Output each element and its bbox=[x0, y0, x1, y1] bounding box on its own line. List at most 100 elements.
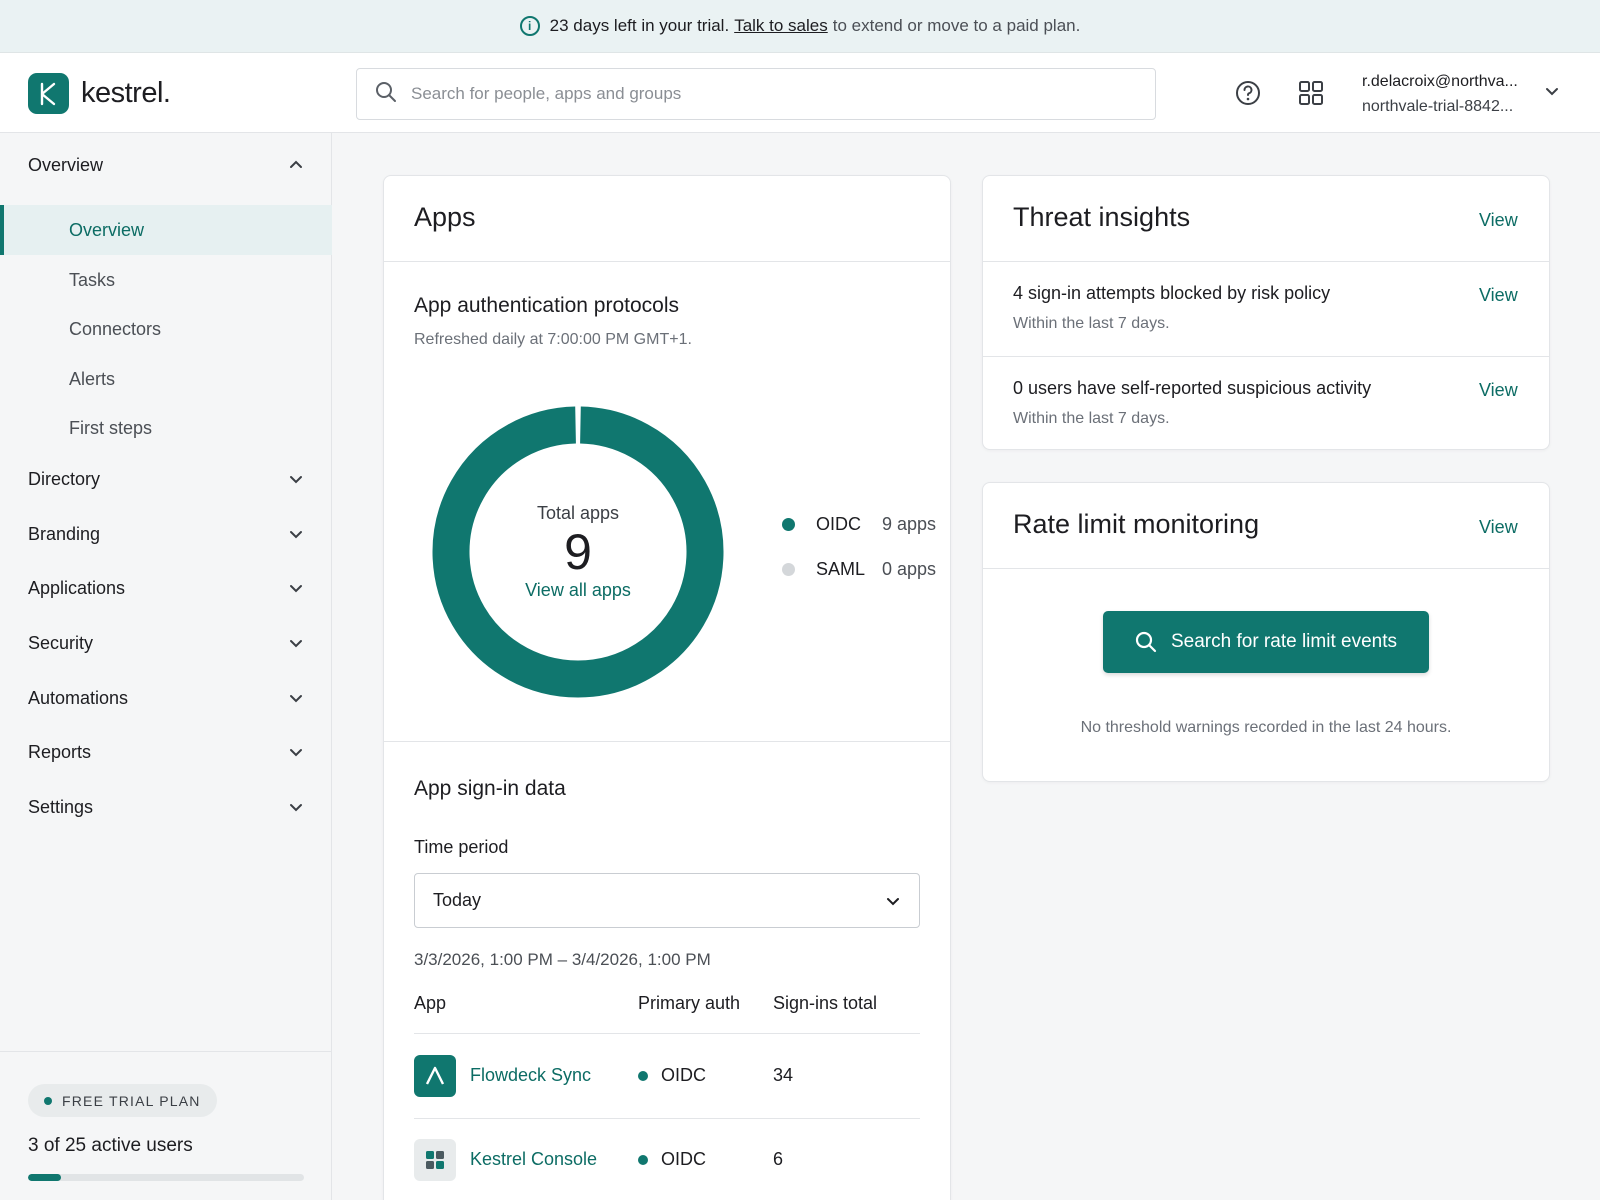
sidebar-item-overview[interactable]: Overview bbox=[0, 205, 332, 255]
time-period-value: Today bbox=[433, 890, 482, 910]
search-rate-limit-events-button[interactable]: Search for rate limit events bbox=[1103, 611, 1429, 673]
sidebar-item-tasks[interactable]: Tasks bbox=[0, 255, 332, 305]
nav-group-label: Branding bbox=[28, 523, 101, 544]
info-icon: i bbox=[519, 16, 540, 36]
threat-item-subtitle: Within the last 7 days. bbox=[1013, 315, 1170, 332]
divider bbox=[414, 1118, 920, 1119]
donut-total-label: Total apps bbox=[536, 503, 620, 523]
threat-item-title: 4 sign-in attempts blocked by risk polic… bbox=[1013, 283, 1331, 303]
auth-label: OIDC bbox=[661, 1149, 706, 1169]
trial-days-text: 23 days left in your trial. bbox=[549, 16, 730, 35]
donut-total-value: 9 bbox=[564, 524, 592, 580]
time-period-select[interactable]: Today bbox=[414, 873, 920, 928]
protocols-donut-chart: Total apps 9 View all apps bbox=[432, 406, 724, 698]
threat-view-link[interactable]: View bbox=[1479, 210, 1518, 231]
signin-heading: App sign-in data bbox=[414, 777, 566, 800]
threat-item-view-link[interactable]: View bbox=[1479, 380, 1518, 401]
divider bbox=[414, 1033, 920, 1034]
search-icon bbox=[1135, 631, 1157, 653]
threat-insights-card: Threat insights View 4 sign-in attempts … bbox=[982, 175, 1550, 450]
table-header-primary-auth: Primary auth bbox=[638, 993, 741, 1013]
threat-item-title: 0 users have self-reported suspicious ac… bbox=[1013, 378, 1372, 398]
nav-group-security[interactable]: Security bbox=[0, 621, 332, 665]
chevron-down-icon bbox=[290, 531, 302, 539]
logo-text: kestrel. bbox=[81, 77, 171, 109]
legend-swatch bbox=[782, 518, 795, 531]
nav-group-label: Overview bbox=[28, 154, 104, 175]
table-header-signins-total: Sign-ins total bbox=[773, 993, 878, 1013]
app-link-flowdeck-sync[interactable]: Flowdeck Sync bbox=[470, 1065, 591, 1086]
table-header-app: App bbox=[414, 993, 447, 1013]
nav-group-directory[interactable]: Directory bbox=[0, 457, 332, 501]
protocols-heading: App authentication protocols bbox=[414, 294, 680, 317]
refreshed-text: Refreshed daily at 7:00:00 PM GMT+1. bbox=[414, 331, 692, 348]
help-icon[interactable] bbox=[1235, 80, 1261, 106]
chevron-down-icon bbox=[290, 695, 302, 703]
nav-group-overview[interactable]: Overview bbox=[0, 143, 332, 187]
nav-group-settings[interactable]: Settings bbox=[0, 785, 332, 829]
chevron-down-icon bbox=[290, 804, 302, 812]
search-icon bbox=[375, 81, 397, 108]
active-users-text: 3 of 25 active users bbox=[28, 1135, 193, 1156]
chevron-down-icon bbox=[290, 585, 302, 593]
divider bbox=[384, 261, 950, 262]
legend-label: SAML bbox=[816, 559, 866, 579]
threat-card-title: Threat insights bbox=[1013, 202, 1191, 232]
active-users-progress bbox=[28, 1174, 304, 1181]
rate-view-link[interactable]: View bbox=[1479, 517, 1518, 538]
legend-count: 9 apps bbox=[882, 514, 937, 534]
sidebar-item-first-steps[interactable]: First steps bbox=[0, 403, 332, 453]
legend-label: OIDC bbox=[816, 514, 861, 534]
legend-item-oidc: OIDC 9 apps bbox=[782, 514, 936, 535]
sidebar-item-connectors[interactable]: Connectors bbox=[0, 304, 332, 354]
donut-center: Total apps 9 View all apps bbox=[432, 406, 724, 698]
account-menu[interactable]: r.delacroix@northva... northvale-trial-8… bbox=[1362, 69, 1518, 119]
nav-group-applications[interactable]: Applications bbox=[0, 566, 332, 610]
nav-group-label: Applications bbox=[28, 577, 126, 598]
app-grid-icon[interactable] bbox=[1298, 80, 1324, 106]
table-cell-signins: 34 bbox=[773, 1065, 794, 1085]
trial-banner-text: to extend or move to a paid plan. bbox=[832, 16, 1081, 35]
nav-group-label: Security bbox=[28, 632, 94, 653]
nav-group-label: Settings bbox=[28, 796, 94, 817]
chevron-down-icon[interactable] bbox=[1544, 83, 1560, 104]
logo-mark-icon bbox=[28, 73, 69, 114]
plan-badge-label: FREE TRIAL PLAN bbox=[62, 1092, 201, 1109]
chevron-down-icon bbox=[290, 749, 302, 757]
kestrel-console-app-icon bbox=[414, 1139, 456, 1181]
divider bbox=[983, 356, 1549, 357]
divider bbox=[983, 568, 1549, 569]
rate-limit-note: No threshold warnings recorded in the la… bbox=[1080, 719, 1452, 736]
chevron-down-icon bbox=[887, 897, 899, 905]
sidebar-item-alerts[interactable]: Alerts bbox=[0, 354, 332, 404]
app-link-kestrel-console[interactable]: Kestrel Console bbox=[470, 1149, 597, 1170]
time-period-label: Time period bbox=[414, 837, 509, 857]
global-search[interactable] bbox=[356, 68, 1156, 120]
active-users-progress-fill bbox=[28, 1174, 62, 1181]
divider bbox=[384, 741, 950, 742]
legend-swatch bbox=[782, 563, 795, 576]
nav-group-reports[interactable]: Reports bbox=[0, 730, 332, 774]
search-input[interactable] bbox=[411, 84, 1111, 104]
table-cell-signins: 6 bbox=[773, 1149, 784, 1169]
trial-banner: i 23 days left in your trial. Talk to sa… bbox=[0, 0, 1600, 53]
chevron-up-icon bbox=[290, 160, 302, 168]
threat-item-subtitle: Within the last 7 days. bbox=[1013, 410, 1170, 427]
flowdeck-sync-app-icon bbox=[414, 1055, 456, 1097]
talk-to-sales-link[interactable]: Talk to sales bbox=[734, 16, 828, 36]
logo[interactable]: kestrel. bbox=[28, 73, 171, 114]
threat-item-view-link[interactable]: View bbox=[1479, 285, 1518, 306]
top-bar: kestrel. r.delacroix@northva... northval… bbox=[0, 53, 1600, 133]
chevron-down-icon bbox=[290, 476, 302, 484]
view-all-apps-link[interactable]: View all apps bbox=[525, 580, 631, 601]
apps-card: Apps App authentication protocols Refres… bbox=[383, 175, 951, 1200]
chevron-down-icon bbox=[290, 640, 302, 648]
nav-group-automations[interactable]: Automations bbox=[0, 676, 332, 720]
nav-group-branding[interactable]: Branding bbox=[0, 512, 332, 556]
nav-group-label: Automations bbox=[28, 687, 129, 708]
nav-group-label: Reports bbox=[28, 741, 92, 762]
nav-group-label: Directory bbox=[28, 468, 101, 489]
table-cell-auth: OIDC bbox=[638, 1065, 706, 1086]
apps-card-title: Apps bbox=[414, 202, 476, 232]
plan-summary: FREE TRIAL PLAN 3 of 25 active users bbox=[0, 1051, 332, 1200]
